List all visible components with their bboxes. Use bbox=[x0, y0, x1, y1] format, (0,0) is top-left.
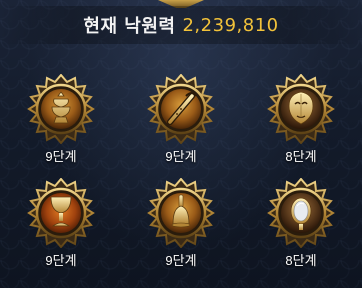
flute-icon[interactable] bbox=[146, 74, 216, 144]
relic-slot[interactable]: 9단계 bbox=[6, 178, 116, 288]
bell-icon[interactable] bbox=[146, 178, 216, 248]
mask-icon[interactable] bbox=[266, 74, 336, 144]
relic-level-label: 8단계 bbox=[285, 253, 317, 268]
relic-grid: 9단계 9단계 8단계 9단계 9단계 8단계 bbox=[0, 0, 362, 288]
relic-slot[interactable]: 8단계 bbox=[246, 178, 356, 288]
relic-slot[interactable]: 9단계 bbox=[126, 74, 236, 184]
incense-burner-icon[interactable] bbox=[26, 74, 96, 144]
relic-level-label: 9단계 bbox=[45, 149, 77, 164]
mirror-icon[interactable] bbox=[266, 178, 336, 248]
relic-level-label: 8단계 bbox=[285, 149, 317, 164]
relic-level-label: 9단계 bbox=[45, 253, 77, 268]
relic-slot[interactable]: 9단계 bbox=[126, 178, 236, 288]
relic-level-label: 9단계 bbox=[165, 253, 197, 268]
chalice-icon[interactable] bbox=[26, 178, 96, 248]
relic-slot[interactable]: 8단계 bbox=[246, 74, 356, 184]
relic-level-label: 9단계 bbox=[165, 149, 197, 164]
relic-slot[interactable]: 9단계 bbox=[6, 74, 116, 184]
